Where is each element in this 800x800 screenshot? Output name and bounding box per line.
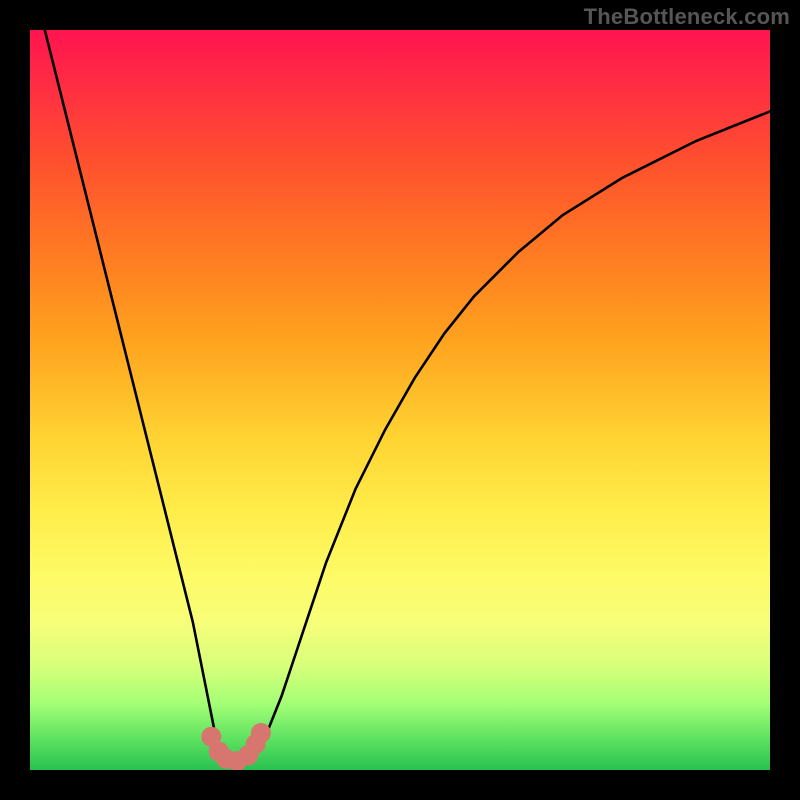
bottleneck-curve-path — [45, 30, 770, 763]
plot-area — [30, 30, 770, 770]
watermark-text: TheBottleneck.com — [584, 4, 790, 30]
curve-svg — [30, 30, 770, 770]
near-min-marker — [251, 723, 271, 743]
chart-frame: TheBottleneck.com — [0, 0, 800, 800]
marker-group — [201, 723, 271, 770]
